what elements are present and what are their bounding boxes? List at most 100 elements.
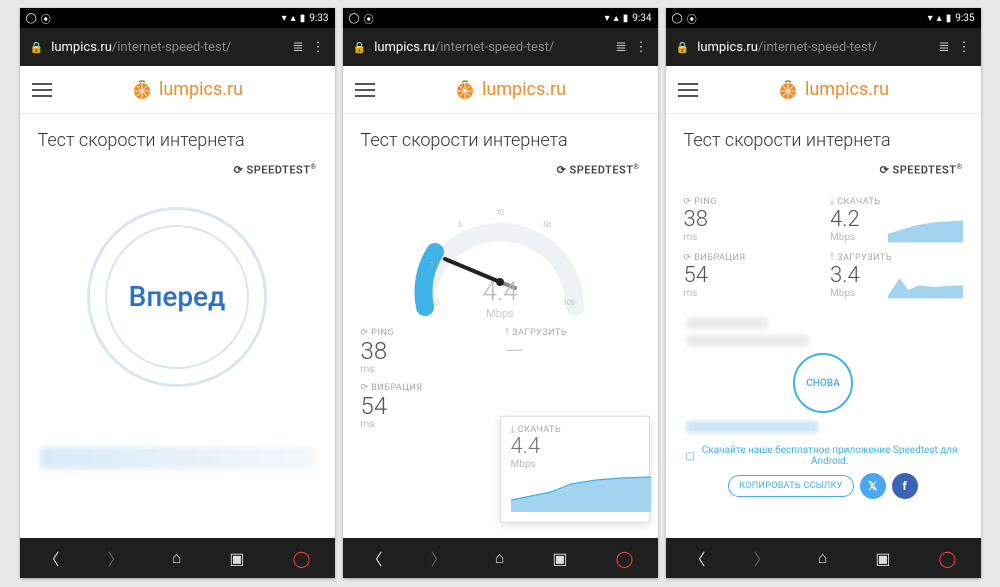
svg-text:1: 1 [430,261,434,269]
signal-icon: ▴ [291,13,296,24]
orange-icon [454,79,476,101]
upload-result: ⤒ ЗАГРУЗИТЬ 3.4 Mbps [830,253,963,299]
phone-device-icon: ▢ [686,451,695,462]
hamburger-icon[interactable] [32,83,52,97]
again-button[interactable]: СНОВА [793,353,853,413]
opera-o-icon: ◯ [349,13,360,24]
svg-text:50: 50 [543,221,551,229]
download-card: ⤓ СКАЧАТЬ 4.4 Mbps [500,416,650,523]
blurred-details [666,317,981,347]
svg-text:0: 0 [435,299,439,307]
hamburger-icon[interactable] [678,83,698,97]
opera-icon[interactable]: ◯ [293,549,311,568]
blurred-details-2 [666,421,981,433]
page-content: lumpics.ru Тест скорости интернета ⟳ SPE… [20,66,335,538]
facebook-icon[interactable]: f [892,473,918,499]
lock-icon: 🔒 [676,41,690,54]
wifi-icon: ▾ [928,13,933,24]
site-logo[interactable]: lumpics.ru [698,79,969,101]
browser-nav: 〈 〉 ⌂ ▣ ◯ [666,538,981,578]
go-button[interactable]: Вперед [87,207,267,387]
phone-2: ◯ ⦿ ▾ ▴ ▮9:34 🔒 lumpics.ru/internet-speed-t… [343,8,658,578]
menu-icon[interactable]: ⋮ [958,40,971,55]
page-content: lumpics.ru Тест скорости интернета ⟳ SPE… [343,66,658,538]
download-result: ⤓ СКАЧАТЬ 4.2 Mbps [830,197,963,243]
home-icon[interactable]: ⌂ [172,548,182,568]
status-bar: ◯ ⦿ ▾ ▴ ▮9:33 [20,8,335,28]
forward-icon: 〉 [754,546,770,570]
url-text: lumpics.ru/internet-speed-test/ [51,40,284,55]
phone-3: ◯ ⦿ ▾ ▴ ▮9:35 🔒 lumpics.ru/internet-speed-t… [666,8,981,578]
status-bar: ◯ ⦿ ▾ ▴ ▮9:34 [343,8,658,28]
speedtest-badge: ⟳ SPEEDTEST® [343,159,658,187]
address-bar[interactable]: 🔒 lumpics.ru/internet-speed-test/ ≣ ⋮ [343,28,658,66]
battery-icon: ▮ [300,13,306,24]
svg-text:10: 10 [496,209,504,217]
shazam-icon: ⦿ [687,11,697,26]
site-header: lumpics.ru [20,66,335,114]
upload-stat: ⤒ ЗАГРУЗИТЬ — [505,328,640,375]
clock: 9:34 [632,13,651,24]
ping-stat: ⟳ PING 38 ms [361,328,496,375]
shazam-icon: ⦿ [364,11,374,26]
twitter-icon[interactable]: 𝕏 [860,473,886,499]
reader-mode-icon[interactable]: ≣ [939,40,950,55]
battery-icon: ▮ [623,13,629,24]
download-spark [888,207,963,252]
address-bar[interactable]: 🔒 lumpics.ru/internet-speed-test/ ≣ ⋮ [666,28,981,66]
orange-icon [777,79,799,101]
orange-icon [131,79,153,101]
forward-icon: 〉 [431,546,447,570]
url-text: lumpics.ru/internet-speed-test/ [374,40,607,55]
back-icon[interactable]: 〈 [690,546,706,570]
hamburger-icon[interactable] [355,83,375,97]
page-title: Тест скорости интернета [343,114,658,159]
signal-icon: ▴ [614,13,619,24]
opera-o-icon: ◯ [672,13,683,24]
page-title: Тест скорости интернета [20,114,335,159]
back-icon[interactable]: 〈 [367,546,383,570]
app-promo[interactable]: ▢ Скачайте наше бесплатное приложение Sp… [666,439,981,471]
site-header: lumpics.ru [666,66,981,114]
opera-icon[interactable]: ◯ [939,549,957,568]
clock: 9:33 [309,13,328,24]
phone-1: ◯ ⦿ ▾ ▴ ▮9:33 🔒 lumpics.ru/internet-speed-t… [20,8,335,578]
upload-spark [888,263,963,308]
battery-icon: ▮ [946,13,952,24]
svg-text:5: 5 [458,221,462,229]
wifi-icon: ▾ [282,13,287,24]
clock: 9:35 [955,13,974,24]
download-spark [511,472,651,512]
browser-nav: 〈 〉 ⌂ ▣ ◯ [20,538,335,578]
lock-icon: 🔒 [353,41,367,54]
url-text: lumpics.ru/internet-speed-test/ [697,40,930,55]
copy-link-button[interactable]: КОПИРОВАТЬ ССЫЛКУ [728,475,853,497]
page-content: lumpics.ru Тест скорости интернета ⟳ SPE… [666,66,981,538]
opera-o-icon: ◯ [26,13,37,24]
site-logo[interactable]: lumpics.ru [52,79,323,101]
tabs-icon[interactable]: ▣ [552,549,567,568]
back-icon[interactable]: 〈 [44,546,60,570]
opera-icon[interactable]: ◯ [616,549,634,568]
shazam-icon: ⦿ [41,11,51,26]
lock-icon: 🔒 [30,41,44,54]
home-icon[interactable]: ⌂ [495,548,505,568]
browser-nav: 〈 〉 ⌂ ▣ ◯ [343,538,658,578]
speedtest-badge: ⟳ SPEEDTEST® [666,159,981,187]
speedtest-badge: ⟳ SPEEDTEST® [20,159,335,187]
address-bar[interactable]: 🔒 lumpics.ru/internet-speed-test/ ≣ ⋮ [20,28,335,66]
forward-icon: 〉 [108,546,124,570]
menu-icon[interactable]: ⋮ [635,40,648,55]
reader-mode-icon[interactable]: ≣ [293,40,304,55]
site-logo[interactable]: lumpics.ru [375,79,646,101]
home-icon[interactable]: ⌂ [818,548,828,568]
menu-icon[interactable]: ⋮ [312,40,325,55]
reader-mode-icon[interactable]: ≣ [616,40,627,55]
tabs-icon[interactable]: ▣ [229,549,244,568]
tabs-icon[interactable]: ▣ [875,549,890,568]
blurred-line [40,447,315,469]
page-title: Тест скорости интернета [666,114,981,159]
signal-icon: ▴ [937,13,942,24]
wifi-icon: ▾ [605,13,610,24]
svg-text:100: 100 [563,299,575,307]
